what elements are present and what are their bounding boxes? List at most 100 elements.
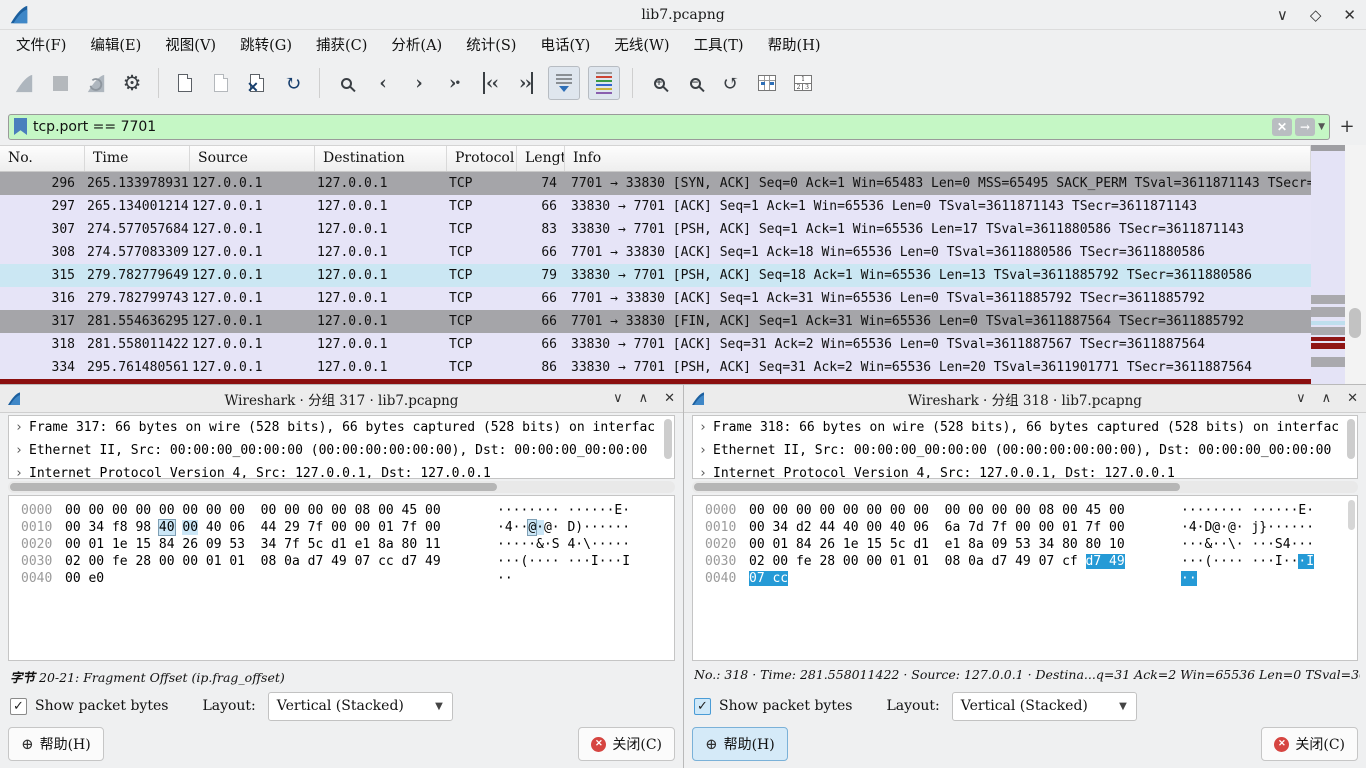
packet-detail-tree[interactable]: ›Frame 318: 66 bytes on wire (528 bits),… bbox=[692, 415, 1358, 479]
expander-icon[interactable]: › bbox=[699, 416, 713, 439]
tree-row-2[interactable]: ›Internet Protocol Version 4, Src: 127.0… bbox=[9, 462, 674, 479]
menu-item-5[interactable]: 分析(A) bbox=[379, 31, 454, 58]
resize-columns-icon[interactable] bbox=[751, 66, 783, 100]
packet-row-318[interactable]: 318281.558011422127.0.0.1127.0.0.1TCP663… bbox=[0, 333, 1311, 356]
ascii-bytes[interactable]: ···(···· ···I···I bbox=[1181, 553, 1314, 570]
shade-icon[interactable]: ∨ bbox=[1296, 391, 1306, 406]
column-header-destination[interactable]: Destination bbox=[315, 146, 447, 171]
go-to-packet-icon[interactable]: ›· bbox=[438, 66, 470, 100]
intelligent-scrollbar-minimap[interactable] bbox=[1311, 145, 1345, 384]
column-header-protocol[interactable]: Protocol bbox=[447, 146, 517, 171]
packet-list-scrollbar[interactable] bbox=[1345, 145, 1366, 384]
hex-bytes[interactable]: 00 e0 bbox=[65, 570, 457, 587]
close-file-icon[interactable]: ✕ bbox=[241, 66, 273, 100]
layout-select[interactable]: Vertical (Stacked)▼ bbox=[268, 692, 453, 721]
zoom-reset-icon[interactable]: ↺ bbox=[715, 66, 747, 100]
expander-icon[interactable]: › bbox=[15, 439, 29, 462]
packet-list-header[interactable]: No. Time Source Destination Protocol Len… bbox=[0, 145, 1311, 172]
packet-row-317[interactable]: 317281.554636295127.0.0.1127.0.0.1TCP667… bbox=[0, 310, 1311, 333]
packet-row-297[interactable]: 297265.134001214127.0.0.1127.0.0.1TCP663… bbox=[0, 195, 1311, 218]
tree-row-0[interactable]: ›Frame 317: 66 bytes on wire (528 bits),… bbox=[9, 416, 674, 439]
layout-chooser-icon[interactable]: 123 bbox=[787, 66, 819, 100]
capture-options-icon[interactable]: ⚙ bbox=[116, 66, 148, 100]
dialog-title-bar[interactable]: Wireshark · 分组 318 · lib7.pcapng ∨ ∧ ✕ bbox=[684, 385, 1366, 413]
menu-item-6[interactable]: 统计(S) bbox=[454, 31, 528, 58]
hex-bytes[interactable]: 00 01 84 26 1e 15 5c d1 e1 8a 09 53 34 8… bbox=[749, 536, 1141, 553]
help-button[interactable]: ⊕帮助(H) bbox=[8, 727, 104, 761]
next-packet-icon[interactable]: › bbox=[402, 66, 434, 100]
menu-item-8[interactable]: 无线(W) bbox=[602, 31, 681, 58]
column-header-source[interactable]: Source bbox=[190, 146, 315, 171]
ascii-bytes[interactable]: ·4··@·@· D)······ bbox=[497, 519, 630, 536]
unshade-icon[interactable]: ∧ bbox=[639, 391, 649, 406]
hex-row-0030[interactable]: 003002 00 fe 28 00 00 01 01 08 0a d7 49 … bbox=[9, 553, 674, 570]
expander-icon[interactable]: › bbox=[15, 416, 29, 439]
capture-stop-icon[interactable] bbox=[44, 66, 76, 100]
packet-bytes-pane[interactable]: 000000 00 00 00 00 00 00 00 00 00 00 00 … bbox=[8, 495, 675, 661]
menu-item-3[interactable]: 跳转(G) bbox=[228, 31, 304, 58]
unshade-icon[interactable]: ∧ bbox=[1322, 391, 1332, 406]
filter-add-button[interactable]: + bbox=[1336, 116, 1358, 137]
column-header-time[interactable]: Time bbox=[85, 146, 190, 171]
zoom-in-icon[interactable]: + bbox=[643, 66, 675, 100]
packet-row-307[interactable]: 307274.577057684127.0.0.1127.0.0.1TCP833… bbox=[0, 218, 1311, 241]
ascii-bytes[interactable]: ···&··\· ···S4··· bbox=[1181, 536, 1314, 553]
minimize-icon[interactable]: ∨ bbox=[1277, 6, 1288, 24]
ascii-bytes[interactable]: ·4·D@·@· j}······ bbox=[1181, 519, 1314, 536]
packet-row-308[interactable]: 308274.577083309127.0.0.1127.0.0.1TCP667… bbox=[0, 241, 1311, 264]
ascii-bytes[interactable]: ·· bbox=[1181, 570, 1197, 587]
hex-bytes[interactable]: 00 00 00 00 00 00 00 00 00 00 00 00 08 0… bbox=[749, 502, 1141, 519]
tree-horizontal-scrollbar[interactable] bbox=[8, 481, 675, 493]
menu-item-7[interactable]: 电话(Y) bbox=[528, 31, 602, 58]
capture-start-icon[interactable] bbox=[8, 66, 40, 100]
ascii-bytes[interactable]: ·····&·S 4·\····· bbox=[497, 536, 630, 553]
show-packet-bytes-checkbox[interactable]: ✓ bbox=[10, 698, 27, 715]
filter-bookmark-icon[interactable] bbox=[14, 118, 27, 135]
hex-row-0000[interactable]: 000000 00 00 00 00 00 00 00 00 00 00 00 … bbox=[9, 502, 674, 519]
close-button[interactable]: ✕关闭(C) bbox=[578, 727, 675, 761]
close-icon[interactable]: ✕ bbox=[1343, 6, 1356, 24]
ascii-bytes[interactable]: ········ ······E· bbox=[497, 502, 630, 519]
packet-row-315[interactable]: 315279.782779649127.0.0.1127.0.0.1TCP793… bbox=[0, 264, 1311, 287]
packet-row-296[interactable]: 296265.133978931127.0.0.1127.0.0.1TCP747… bbox=[0, 172, 1311, 195]
colorize-icon[interactable] bbox=[588, 66, 620, 100]
display-filter-field[interactable]: ✕ → ▼ bbox=[8, 114, 1330, 140]
hex-row-0040[interactable]: 004000 e0·· bbox=[9, 570, 674, 587]
layout-select[interactable]: Vertical (Stacked)▼ bbox=[952, 692, 1137, 721]
ascii-bytes[interactable]: ···(···· ···I···I bbox=[497, 553, 630, 570]
ascii-bytes[interactable]: ········ ······E· bbox=[1181, 502, 1314, 519]
expander-icon[interactable]: › bbox=[699, 439, 713, 462]
expander-icon[interactable]: › bbox=[699, 462, 713, 479]
hex-bytes[interactable]: 02 00 fe 28 00 00 01 01 08 0a d7 49 07 c… bbox=[65, 553, 457, 570]
hex-bytes[interactable]: 07 cc bbox=[749, 570, 1141, 587]
menu-item-2[interactable]: 视图(V) bbox=[153, 31, 228, 58]
last-packet-icon[interactable]: ›› bbox=[510, 66, 542, 100]
expander-icon[interactable]: › bbox=[15, 462, 29, 479]
hex-bytes[interactable]: 00 01 1e 15 84 26 09 53 34 7f 5c d1 e1 8… bbox=[65, 536, 457, 553]
hex-row-0010[interactable]: 001000 34 d2 44 40 00 40 06 6a 7d 7f 00 … bbox=[693, 519, 1357, 536]
hex-row-0020[interactable]: 002000 01 84 26 1e 15 5c d1 e1 8a 09 53 … bbox=[693, 536, 1357, 553]
first-packet-icon[interactable]: ‹‹ bbox=[474, 66, 506, 100]
packet-row-334[interactable]: 334295.761480561127.0.0.1127.0.0.1TCP863… bbox=[0, 356, 1311, 379]
filter-dropdown-icon[interactable]: ▼ bbox=[1318, 122, 1325, 132]
zoom-out-icon[interactable]: − bbox=[679, 66, 711, 100]
maximize-icon[interactable]: ◇ bbox=[1310, 6, 1322, 24]
hex-row-0040[interactable]: 004007 cc·· bbox=[693, 570, 1357, 587]
scrollbar-thumb[interactable] bbox=[1349, 308, 1361, 338]
open-file-icon[interactable] bbox=[169, 66, 201, 100]
show-packet-bytes-checkbox[interactable]: ✓ bbox=[694, 698, 711, 715]
reload-file-icon[interactable]: ↻ bbox=[277, 66, 309, 100]
menu-item-4[interactable]: 捕获(C) bbox=[304, 31, 379, 58]
menu-item-1[interactable]: 编辑(E) bbox=[78, 31, 153, 58]
shade-icon[interactable]: ∨ bbox=[613, 391, 623, 406]
menu-item-0[interactable]: 文件(F) bbox=[4, 31, 78, 58]
auto-scroll-icon[interactable] bbox=[548, 66, 580, 100]
hex-bytes[interactable]: 00 00 00 00 00 00 00 00 00 00 00 00 08 0… bbox=[65, 502, 457, 519]
hex-row-0010[interactable]: 001000 34 f8 98 40 00 40 06 44 29 7f 00 … bbox=[9, 519, 674, 536]
filter-apply-icon[interactable]: → bbox=[1295, 118, 1315, 136]
tree-horizontal-scrollbar[interactable] bbox=[692, 481, 1358, 493]
close-icon[interactable]: ✕ bbox=[664, 391, 675, 406]
column-header-no[interactable]: No. bbox=[0, 146, 85, 171]
tree-row-1[interactable]: ›Ethernet II, Src: 00:00:00_00:00:00 (00… bbox=[693, 439, 1357, 462]
hex-bytes[interactable]: 02 00 fe 28 00 00 01 01 08 0a d7 49 07 c… bbox=[749, 553, 1141, 570]
